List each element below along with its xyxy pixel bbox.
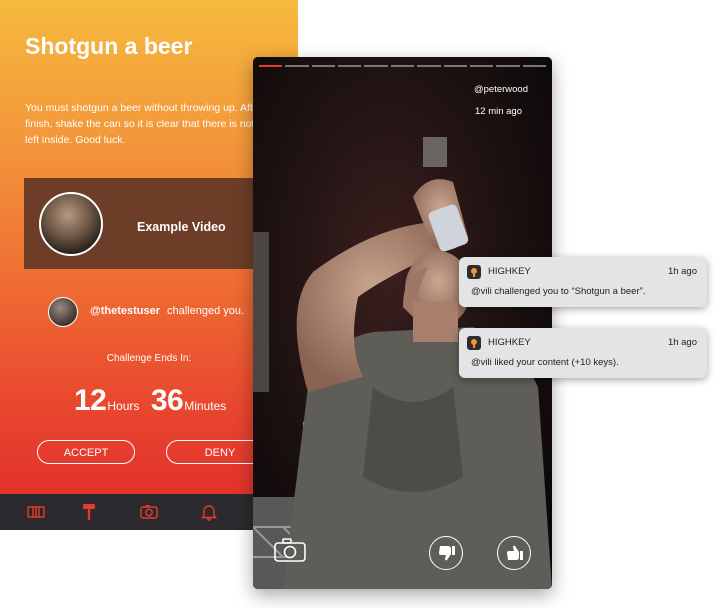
notification-like[interactable]: HIGHKEY 1h ago @vili liked your content … <box>459 328 707 378</box>
notification-challenge[interactable]: HIGHKEY 1h ago @vili challenged you to “… <box>459 257 707 307</box>
thumbs-up-button[interactable] <box>497 536 531 570</box>
thumbs-up-icon <box>507 545 523 560</box>
hours-value: 12 <box>74 384 107 417</box>
video-frame <box>253 57 552 589</box>
challenger-text: challenged you. <box>167 305 245 317</box>
notification-app-name: HIGHKEY <box>488 266 531 277</box>
camera-icon[interactable] <box>139 502 159 522</box>
thumbs-down-icon <box>439 546 455 561</box>
example-video-label: Example Video <box>137 220 226 234</box>
notification-time: 1h ago <box>667 266 697 277</box>
video-player[interactable]: @peterwood 12 min ago <box>253 57 552 589</box>
progress-segment <box>338 65 362 67</box>
challenge-description: You must shotgun a beer without throwing… <box>25 102 283 146</box>
bell-icon[interactable] <box>199 502 219 522</box>
progress-segment <box>259 65 283 67</box>
progress-segment <box>522 65 546 67</box>
progress-segment <box>364 65 388 67</box>
highkey-app-icon <box>467 265 481 279</box>
progress-segment <box>469 65 494 67</box>
video-author[interactable]: @peterwood <box>474 84 528 95</box>
challenger-username[interactable]: @thetestuser <box>90 305 160 317</box>
avatar[interactable] <box>48 297 78 327</box>
accept-button[interactable]: ACCEPT <box>37 440 135 464</box>
progress-segment <box>443 65 467 67</box>
challenge-title: Shotgun a beer <box>25 33 193 59</box>
minutes-unit: Minutes <box>184 399 227 413</box>
hammer-icon[interactable] <box>79 502 99 522</box>
notification-message: @vili liked your content (+10 keys). <box>471 357 619 368</box>
notification-time: 1h ago <box>667 337 697 348</box>
highkey-app-icon <box>467 336 481 350</box>
thumbs-down-button[interactable] <box>429 536 463 570</box>
progress-segment <box>496 65 520 67</box>
progress-segment <box>417 65 441 67</box>
progress-segment <box>285 65 309 67</box>
countdown-timer: 12Hours 36Minutes <box>74 384 233 418</box>
camera-icon[interactable] <box>273 536 307 564</box>
ticket-icon[interactable] <box>26 502 46 522</box>
notification-message: @vili challenged you to “Shotgun a beer”… <box>471 286 646 297</box>
hours-unit: Hours <box>107 399 140 413</box>
example-video-thumbnail <box>39 192 103 256</box>
progress-segment <box>390 65 415 67</box>
video-timestamp: 12 min ago <box>474 106 522 117</box>
minutes-value: 36 <box>150 384 184 417</box>
story-progress-bar <box>259 65 546 67</box>
notification-app-name: HIGHKEY <box>488 337 531 348</box>
progress-segment <box>311 65 336 67</box>
